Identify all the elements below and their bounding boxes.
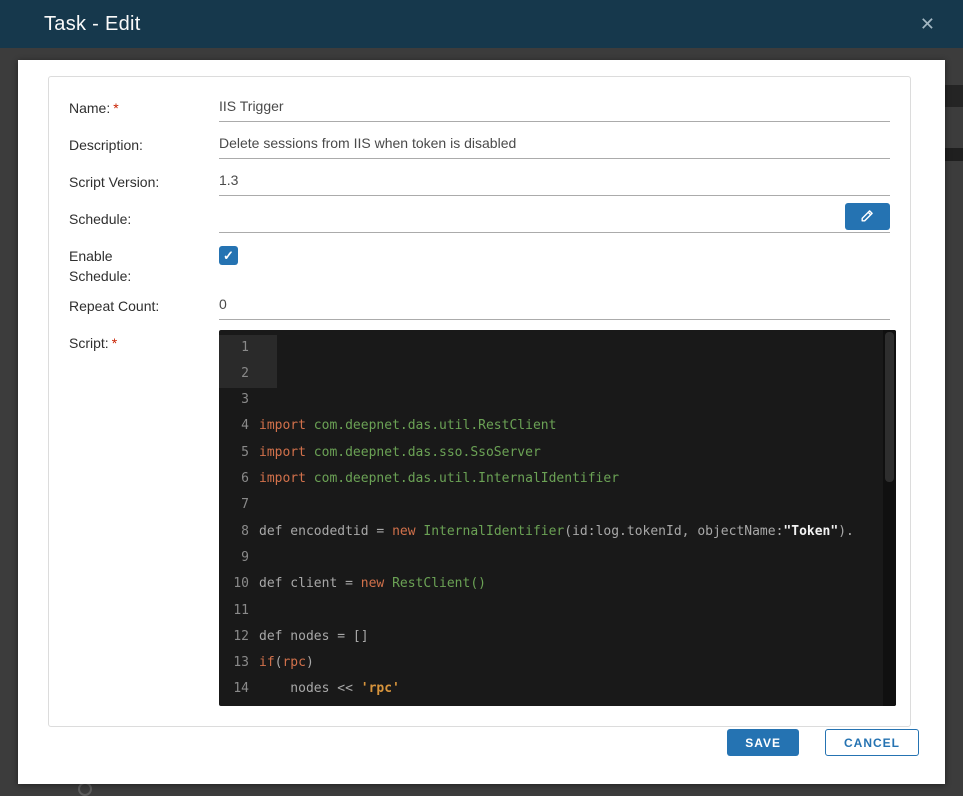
code-text [249, 492, 259, 518]
description-label: Description: [69, 132, 219, 159]
code-line: 6import com.deepnet.das.util.InternalIde… [219, 466, 896, 492]
line-number: 4 [219, 413, 249, 439]
script-label: Script:* [69, 330, 219, 706]
editor-scrollbar[interactable] [883, 330, 896, 706]
code-line: 1 [219, 335, 896, 361]
background-artifact [78, 782, 92, 796]
close-icon: ✕ [920, 14, 935, 34]
repeat-count-label: Repeat Count: [69, 293, 219, 320]
code-line: 12def nodes = [] [219, 624, 896, 650]
code-text: def nodes = [] [249, 624, 369, 650]
line-number: 7 [219, 492, 249, 518]
line-number: 12 [219, 624, 249, 650]
enable-schedule-checkbox[interactable]: ✓ [219, 246, 238, 265]
script-editor[interactable]: 1234import com.deepnet.das.util.RestClie… [219, 330, 896, 706]
code-text: import com.deepnet.das.sso.SsoServer [249, 440, 541, 466]
code-text: import com.deepnet.das.util.RestClient [249, 413, 556, 439]
name-input[interactable] [219, 95, 890, 122]
code-text [249, 387, 259, 413]
required-asterisk: * [112, 335, 117, 351]
line-number: 11 [219, 598, 249, 624]
name-label: Name:* [69, 95, 219, 122]
cancel-button[interactable]: CANCEL [825, 729, 919, 756]
code-text [249, 598, 259, 624]
line-number: 13 [219, 650, 249, 676]
line-number: 8 [219, 519, 249, 545]
code-text [249, 545, 259, 571]
save-button[interactable]: SAVE [727, 729, 799, 756]
line-number: 3 [219, 387, 249, 413]
required-asterisk: * [113, 100, 118, 116]
code-line: 13if(rpc) [219, 650, 896, 676]
enable-schedule-label: Enable Schedule: [69, 243, 219, 287]
code-text [249, 335, 259, 361]
code-line: 3 [219, 387, 896, 413]
code-line: 4import com.deepnet.das.util.RestClient [219, 413, 896, 439]
script-version-label: Script Version: [69, 169, 219, 196]
code-lines: 1234import com.deepnet.das.util.RestClie… [219, 330, 896, 703]
line-number: 9 [219, 545, 249, 571]
line-number: 10 [219, 571, 249, 597]
editor-scrollbar-thumb[interactable] [885, 332, 894, 482]
name-field-row: Name:* [69, 95, 890, 122]
background-artifact [945, 148, 963, 161]
script-version-input[interactable] [219, 169, 890, 196]
code-line: 2 [219, 361, 896, 387]
modal-footer: SAVE CANCEL [727, 729, 919, 756]
description-input[interactable] [219, 132, 890, 159]
code-text: import com.deepnet.das.util.InternalIden… [249, 466, 619, 492]
code-text [249, 361, 259, 387]
task-form-panel: Name:* Description: Script Version: Sche… [48, 76, 911, 727]
code-text: if(rpc) [249, 650, 314, 676]
code-text: nodes << 'rpc' [249, 676, 400, 702]
code-line: 10def client = new RestClient() [219, 571, 896, 597]
repeat-count-field-row: Repeat Count: [69, 293, 890, 320]
code-line: 7 [219, 492, 896, 518]
schedule-field-row: Schedule: [69, 206, 890, 233]
code-line: 14 nodes << 'rpc' [219, 676, 896, 702]
line-number: 6 [219, 466, 249, 492]
background-artifact [945, 85, 963, 107]
close-button[interactable]: ✕ [916, 11, 939, 37]
enable-schedule-field-row: Enable Schedule: ✓ [69, 243, 890, 287]
script-field-row: Script:* 1234import com.deepnet.das.util… [69, 330, 890, 706]
schedule-label: Schedule: [69, 206, 219, 233]
code-line: 9 [219, 545, 896, 571]
code-line: 5import com.deepnet.das.sso.SsoServer [219, 440, 896, 466]
line-number: 1 [219, 335, 249, 361]
task-edit-modal: Name:* Description: Script Version: Sche… [18, 60, 945, 784]
modal-title: Task - Edit [44, 13, 916, 36]
code-text: def encodedtid = new InternalIdentifier(… [249, 519, 854, 545]
repeat-count-input[interactable] [219, 293, 890, 320]
modal-header: Task - Edit ✕ [0, 0, 963, 48]
pencil-icon [859, 207, 876, 227]
description-field-row: Description: [69, 132, 890, 159]
code-line: 11 [219, 598, 896, 624]
check-icon: ✓ [223, 248, 234, 264]
schedule-input[interactable] [219, 206, 890, 233]
code-text: def client = new RestClient() [249, 571, 486, 597]
line-number: 2 [219, 361, 249, 387]
script-version-field-row: Script Version: [69, 169, 890, 196]
code-line: 8def encodedtid = new InternalIdentifier… [219, 519, 896, 545]
line-number: 5 [219, 440, 249, 466]
line-number: 14 [219, 676, 249, 702]
schedule-edit-button[interactable] [845, 203, 890, 230]
